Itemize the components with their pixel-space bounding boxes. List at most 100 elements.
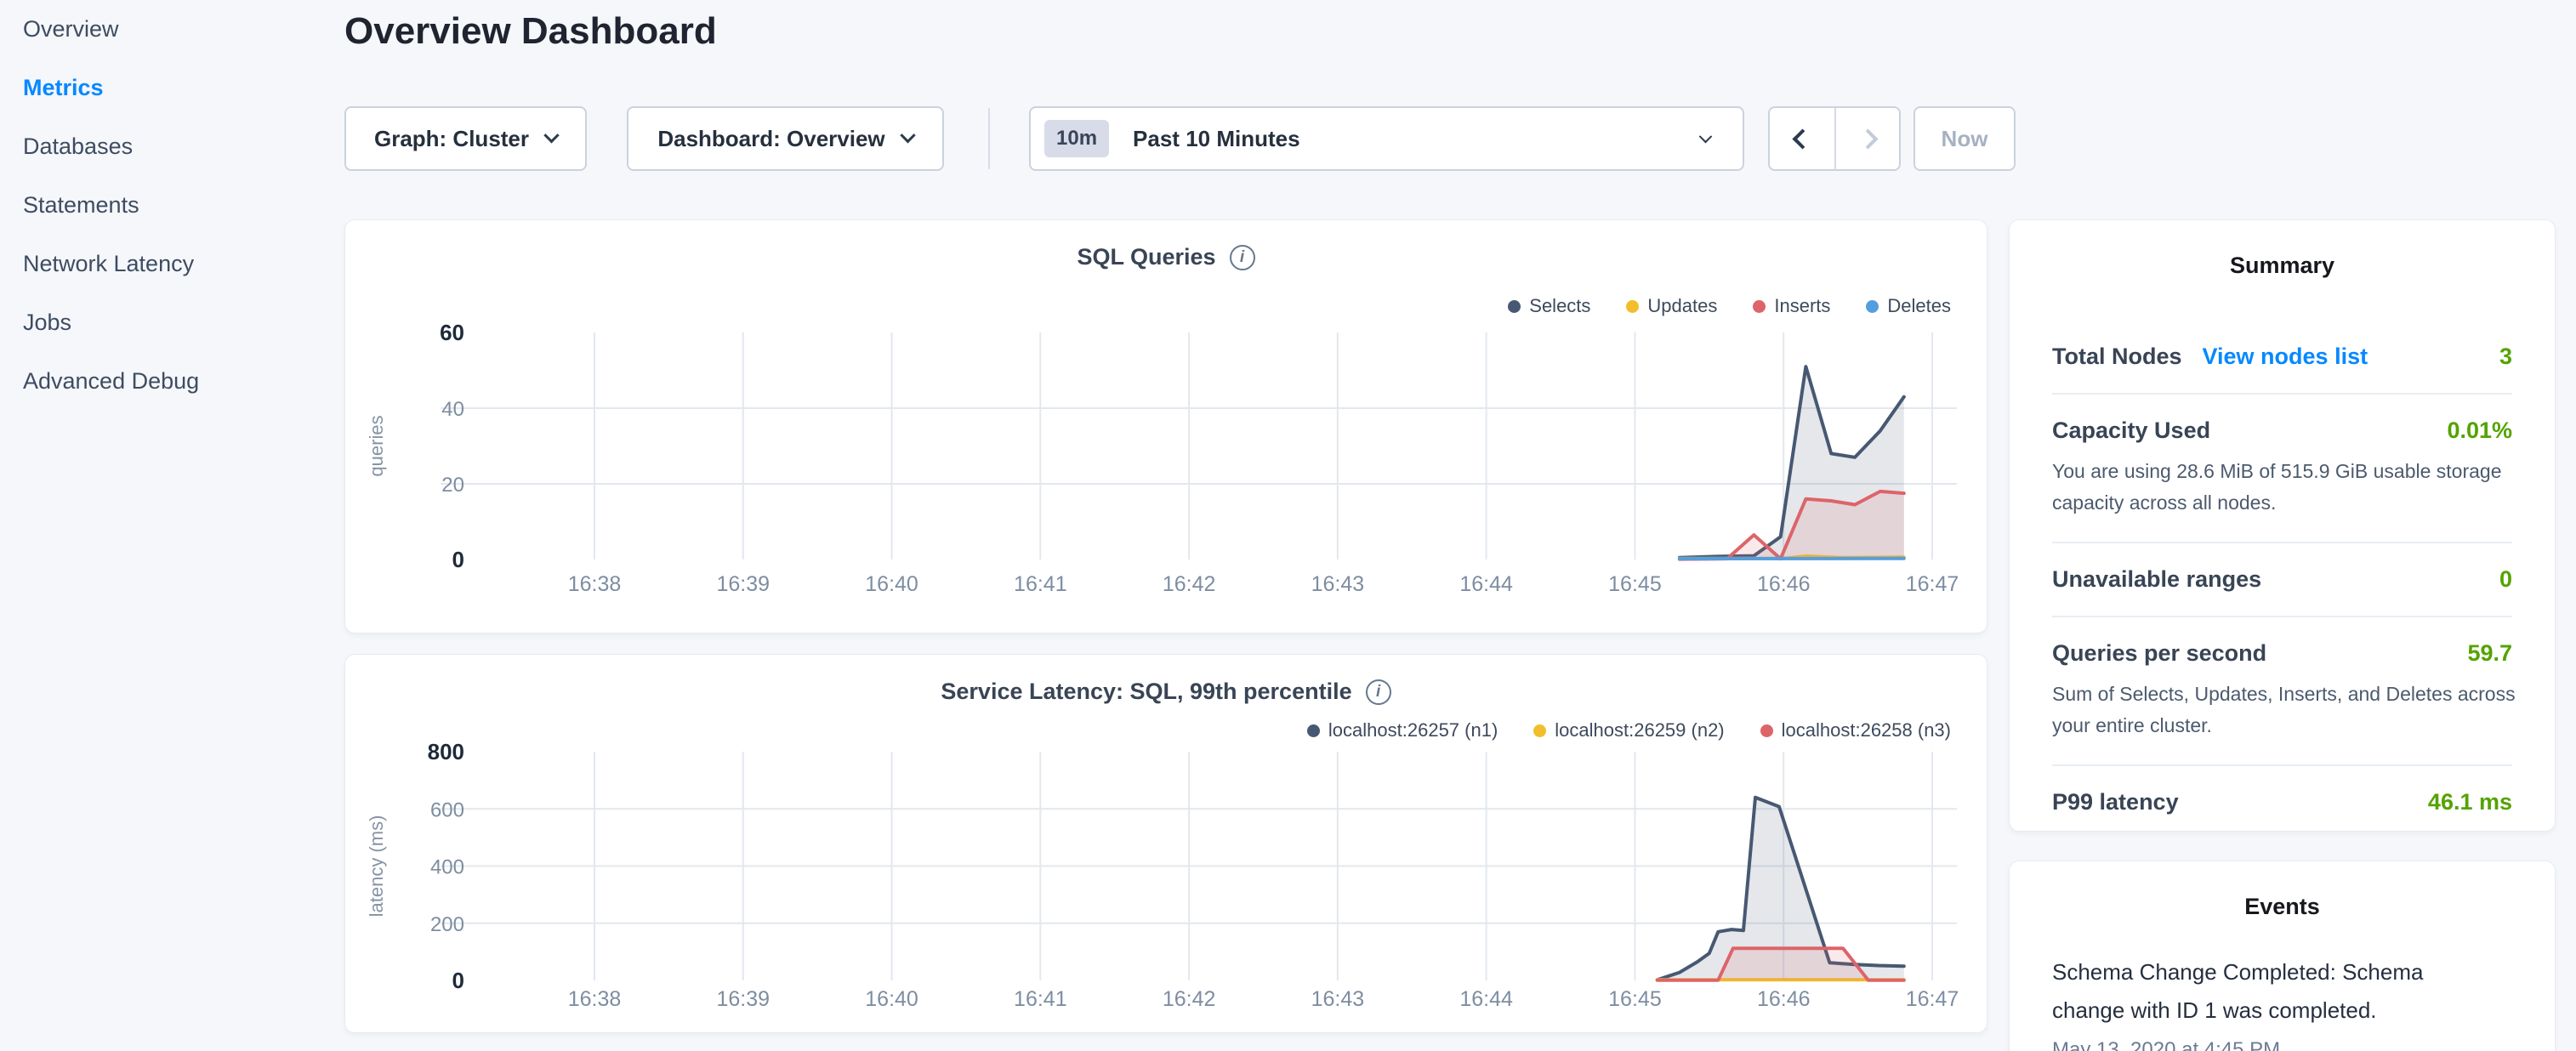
sidebar-item-overview[interactable]: Overview: [0, 0, 340, 59]
total-nodes-label: Total Nodes: [2052, 344, 2182, 370]
legend-item: localhost:26259 (n2): [1533, 719, 1724, 741]
event-timestamp: May 13, 2020 at 4:45 PM: [2052, 1038, 2521, 1051]
unavailable-ranges-row: Unavailable ranges 0: [2052, 543, 2512, 617]
service-latency-chart-plot[interactable]: 16:3816:3916:4016:4116:4216:4316:4416:45…: [345, 740, 1988, 1029]
sidebar-item-statements[interactable]: Statements: [0, 176, 340, 235]
svg-text:0: 0: [452, 968, 464, 993]
chevron-right-icon: [1857, 128, 1878, 149]
legend-item: localhost:26258 (n3): [1760, 719, 1951, 741]
p99-latency-row: P99 latency 46.1 ms: [2052, 766, 2512, 838]
total-nodes-row: Total Nodes View nodes list 3: [2052, 321, 2512, 395]
svg-text:queries: queries: [366, 415, 387, 476]
legend-dot-icon: [1508, 300, 1521, 313]
p99-latency-label: P99 latency: [2052, 789, 2179, 815]
legend-dot-icon: [1753, 300, 1766, 313]
svg-text:16:38: 16:38: [568, 572, 622, 596]
svg-text:16:42: 16:42: [1163, 572, 1216, 596]
queries-per-second-row: Queries per second 59.7 Sum of Selects, …: [2052, 617, 2512, 766]
overview-dashboard-page: Overview Metrics Databases Statements Ne…: [0, 0, 2576, 1051]
capacity-used-description: You are using 28.6 MiB of 515.9 GiB usab…: [2052, 456, 2537, 519]
now-button[interactable]: Now: [1914, 106, 2016, 171]
legend-dot-icon: [1533, 724, 1546, 737]
svg-text:16:45: 16:45: [1608, 572, 1662, 596]
svg-text:16:43: 16:43: [1311, 572, 1365, 596]
info-icon[interactable]: i: [1366, 679, 1391, 705]
legend-item: Deletes: [1866, 295, 1951, 317]
legend-item: Inserts: [1753, 295, 1830, 317]
chevron-down-icon: [1699, 129, 1713, 143]
svg-text:16:47: 16:47: [1906, 572, 1959, 596]
graph-dropdown[interactable]: Graph: Cluster: [344, 106, 587, 171]
view-nodes-list-link[interactable]: View nodes list: [2203, 344, 2368, 370]
svg-text:16:46: 16:46: [1757, 572, 1811, 596]
chevron-left-icon: [1792, 128, 1812, 149]
sidebar-item-metrics[interactable]: Metrics: [0, 59, 340, 117]
sidebar-item-advanced-debug[interactable]: Advanced Debug: [0, 352, 340, 411]
legend-dot-icon: [1626, 300, 1639, 313]
queries-per-second-label: Queries per second: [2052, 640, 2266, 667]
legend-dot-icon: [1307, 724, 1320, 737]
p99-latency-value: 46.1 ms: [2428, 789, 2512, 815]
svg-text:16:46: 16:46: [1757, 987, 1811, 1011]
svg-text:16:40: 16:40: [865, 572, 918, 596]
svg-text:16:41: 16:41: [1014, 987, 1067, 1011]
sidebar-item-network-latency[interactable]: Network Latency: [0, 235, 340, 293]
legend-item: Selects: [1508, 295, 1590, 317]
chart-title: SQL Queries: [1077, 244, 1215, 270]
svg-text:600: 600: [430, 798, 464, 821]
svg-text:16:38: 16:38: [568, 987, 622, 1011]
dashboard-dropdown[interactable]: Dashboard: Overview: [627, 106, 944, 171]
service-latency-chart-card: Service Latency: SQL, 99th percentile i …: [344, 654, 1987, 1033]
capacity-used-row: Capacity Used 0.01% You are using 28.6 M…: [2052, 395, 2512, 543]
capacity-used-label: Capacity Used: [2052, 418, 2210, 444]
total-nodes-value: 3: [2499, 344, 2512, 370]
capacity-used-value: 0.01%: [2447, 418, 2512, 444]
time-range-badge: 10m: [1044, 120, 1109, 157]
svg-text:0: 0: [452, 547, 464, 572]
events-title: Events: [2010, 894, 2555, 920]
now-button-label: Now: [1942, 126, 1988, 152]
sql-queries-chart-plot[interactable]: 16:38 16:39 16:40 16:41 16:42 16:43 16:44 16:45…: [345, 322, 1988, 620]
queries-per-second-description: Sum of Selects, Updates, Inserts, and De…: [2052, 679, 2537, 741]
svg-text:200: 200: [430, 913, 464, 936]
graph-dropdown-label: Graph: Cluster: [374, 126, 529, 152]
event-message: Schema Change Completed: Schema change w…: [2052, 953, 2452, 1030]
sidebar-item-jobs[interactable]: Jobs: [0, 293, 340, 352]
svg-text:16:43: 16:43: [1311, 987, 1365, 1011]
chevron-down-icon: [543, 128, 559, 143]
unavailable-ranges-label: Unavailable ranges: [2052, 566, 2261, 593]
time-back-button[interactable]: [1770, 108, 1834, 169]
summary-panel: Summary Total Nodes View nodes list 3 Ca…: [2009, 219, 2556, 832]
sql-queries-chart-card: SQL Queries i Selects Updates Inserts Delet…: [344, 219, 1987, 633]
svg-text:20: 20: [441, 474, 464, 497]
svg-text:latency (ms): latency (ms): [366, 815, 387, 917]
svg-text:40: 40: [441, 398, 464, 421]
info-icon[interactable]: i: [1230, 245, 1255, 270]
svg-text:800: 800: [428, 740, 464, 764]
svg-text:16:44: 16:44: [1459, 987, 1513, 1011]
page-title: Overview Dashboard: [344, 10, 717, 53]
svg-text:16:44: 16:44: [1459, 572, 1513, 596]
sidebar-item-databases[interactable]: Databases: [0, 117, 340, 176]
svg-text:16:40: 16:40: [865, 987, 918, 1011]
summary-title: Summary: [2010, 253, 2555, 279]
svg-text:16:39: 16:39: [716, 572, 770, 596]
chart-title: Service Latency: SQL, 99th percentile: [941, 679, 1351, 705]
sidebar: Overview Metrics Databases Statements Ne…: [0, 0, 340, 411]
event-list-item[interactable]: Schema Change Completed: Schema change w…: [2052, 953, 2521, 1051]
legend-dot-icon: [1760, 724, 1773, 737]
svg-text:400: 400: [430, 856, 464, 879]
time-forward-button[interactable]: [1834, 108, 1899, 169]
chevron-down-icon: [900, 128, 915, 143]
legend-item: localhost:26257 (n1): [1307, 719, 1498, 741]
toolbar-divider: [988, 108, 990, 169]
legend-dot-icon: [1866, 300, 1879, 313]
svg-text:16:47: 16:47: [1906, 987, 1959, 1011]
unavailable-ranges-value: 0: [2499, 566, 2512, 593]
legend-item: Updates: [1626, 295, 1717, 317]
svg-text:16:45: 16:45: [1608, 987, 1662, 1011]
queries-per-second-value: 59.7: [2467, 640, 2512, 667]
svg-text:16:41: 16:41: [1014, 572, 1067, 596]
svg-text:16:39: 16:39: [716, 987, 770, 1011]
time-range-selector[interactable]: 10m Past 10 Minutes: [1029, 106, 1744, 171]
